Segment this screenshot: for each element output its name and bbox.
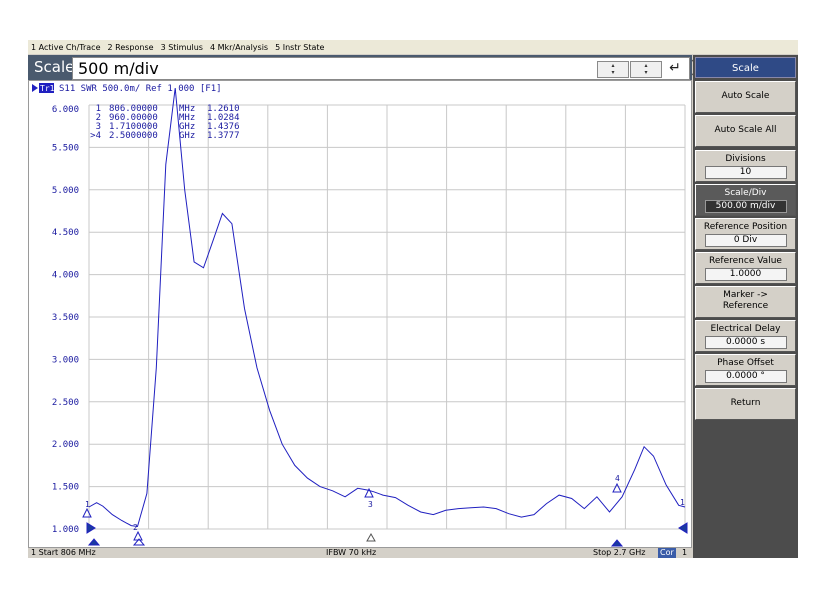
menu-bar: 1 Active Ch/Trace 2 Response 3 Stimulus … <box>28 40 798 54</box>
marker-glyphs <box>82 482 688 547</box>
marker-1-icon <box>82 507 92 518</box>
plot-area: 6.000 5.500 5.000 4.500 4.000 3.500 3.000 2.500… <box>28 80 692 548</box>
marker-3-label: 3 <box>368 500 373 509</box>
y-tick-label: 4.000 <box>52 271 79 281</box>
y-tick-label: 4.500 <box>52 228 79 238</box>
electrical-delay-value: 0.0000 s <box>704 336 787 349</box>
fine-down-arrow-icon[interactable]: ▾ <box>631 69 661 76</box>
marker-unit: GHz <box>179 131 195 141</box>
channel-indicator: 1 <box>682 548 688 557</box>
y-tick-label: 1.500 <box>52 483 79 493</box>
marker-4-label: 4 <box>615 474 620 483</box>
y-tick-label: 2.500 <box>52 398 79 408</box>
phase-offset-button[interactable]: Phase Offset 0.0000 ° <box>695 354 796 386</box>
menu-response[interactable]: 2 Response <box>105 43 158 52</box>
ref-level-arrow-icon <box>86 522 96 534</box>
scale-entry-value[interactable]: 500 m/div <box>78 59 159 78</box>
trace-plot: 6.000 5.500 5.000 4.500 4.000 3.500 3.000 2.500… <box>32 83 688 547</box>
correction-badge: Cor <box>658 548 676 558</box>
menu-instr-state[interactable]: 5 Instr State <box>272 43 328 52</box>
graticule <box>88 104 686 530</box>
start-marker-icon <box>87 538 101 546</box>
marker-to-reference-button[interactable]: Marker -> Reference <box>695 286 796 318</box>
divisions-button[interactable]: Divisions 10 <box>695 150 796 182</box>
electrical-delay-button[interactable]: Electrical Delay 0.0000 s <box>695 320 796 352</box>
scale-div-button[interactable]: Scale/Div 500.00 m/div <box>695 184 796 216</box>
phase-offset-value: 0.0000 ° <box>704 370 787 383</box>
fine-step-spinner[interactable]: ▴ ▾ <box>630 61 662 78</box>
enter-icon[interactable]: ↵ <box>665 60 685 76</box>
active-trace-arrow-icon <box>32 84 38 92</box>
ref-marker-icon <box>366 532 376 542</box>
trace-header: S11 SWR 500.0m/ Ref 1.000 [F1] <box>59 84 222 94</box>
softkey-menu-title: Scale <box>695 57 796 78</box>
reference-value-button[interactable]: Reference Value 1.0000 <box>695 252 796 284</box>
ref-level-arrow-right-icon <box>678 522 688 534</box>
step-up-arrow-icon[interactable]: ▴ <box>598 62 628 69</box>
menu-active-ch-trace[interactable]: 1 Active Ch/Trace <box>28 43 105 52</box>
scale-entry-field[interactable]: 500 m/div ▴ ▾ ▴ ▾ ↵ <box>72 57 707 80</box>
y-tick-label: 3.500 <box>52 313 79 323</box>
softkey-panel: Scale Auto Scale Auto Scale All Division… <box>693 55 798 558</box>
marker-1-label: 1 <box>85 500 90 509</box>
end-marker-label: 1 <box>680 498 685 507</box>
start-frequency: 1 Start 806 MHz <box>31 548 96 557</box>
reference-value-value: 1.0000 <box>704 268 787 281</box>
menu-stimulus[interactable]: 3 Stimulus <box>158 43 207 52</box>
reference-position-button[interactable]: Reference Position 0 Div <box>695 218 796 250</box>
y-tick-label: 5.000 <box>52 186 79 196</box>
return-button[interactable]: Return <box>695 388 796 420</box>
ifbw-status: IFBW 70 kHz <box>326 548 377 557</box>
marker-2-icon <box>133 530 143 541</box>
step-down-arrow-icon[interactable]: ▾ <box>598 69 628 76</box>
entry-bar: Scale 500 m/div ▴ ▾ ▴ ▾ ↵ <box>28 55 707 80</box>
auto-scale-all-button[interactable]: Auto Scale All <box>695 115 796 147</box>
coarse-step-spinner[interactable]: ▴ ▾ <box>597 61 629 78</box>
y-tick-label: 2.000 <box>52 440 79 450</box>
marker-freq: 2.5000000 <box>109 131 158 141</box>
reference-position-value: 0 Div <box>704 234 787 247</box>
marker-4-bottom-icon <box>610 539 624 547</box>
y-axis-labels: 6.000 5.500 5.000 4.500 4.000 3.500 3.000 2.500… <box>52 105 79 535</box>
status-bar: 1 Start 806 MHz IFBW 70 kHz Stop 2.7 GHz… <box>28 548 692 558</box>
divisions-value: 10 <box>704 166 787 179</box>
y-tick-label: 1.000 <box>52 525 79 535</box>
y-tick-label: 6.000 <box>52 105 79 115</box>
trace-tag: Tr1 <box>40 84 55 93</box>
vna-application: 1 Active Ch/Trace 2 Response 3 Stimulus … <box>28 40 798 558</box>
marker-id: >4 <box>90 131 101 141</box>
marker-value: 1.3777 <box>207 131 240 141</box>
stop-frequency: Stop 2.7 GHz <box>593 548 646 557</box>
entry-label: Scale <box>34 58 75 76</box>
y-tick-label: 3.000 <box>52 355 79 365</box>
y-tick-label: 5.500 <box>52 143 79 153</box>
marker-labels: 1 2 3 4 1 <box>85 474 685 532</box>
scale-div-value: 500.00 m/div <box>704 200 787 213</box>
marker-2-label: 2 <box>133 523 138 532</box>
fine-up-arrow-icon[interactable]: ▴ <box>631 62 661 69</box>
menu-mkr-analysis[interactable]: 4 Mkr/Analysis <box>207 43 272 52</box>
marker-4-icon <box>612 482 622 493</box>
auto-scale-button[interactable]: Auto Scale <box>695 81 796 113</box>
marker-table: 1 806.00000 MHz 1.2610 2 960.00000 MHz 1… <box>90 104 239 141</box>
